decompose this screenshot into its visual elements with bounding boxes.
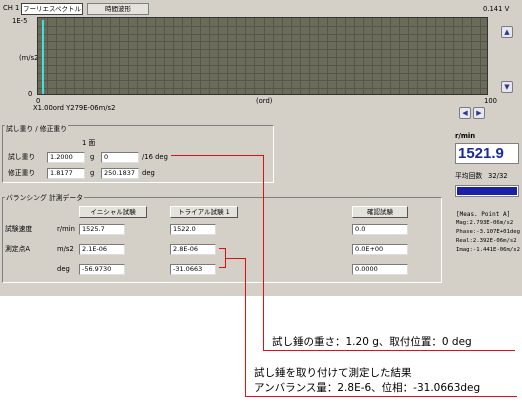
trial-position-unit: /16 deg [142,153,168,161]
rpm-display: 1521.9 [455,143,519,164]
callout-result-horizontal [225,258,245,259]
plot-x-unit-label: (ord) [256,97,273,105]
callout-trial-vertical [263,155,264,351]
trial-phase-field: -31.0663 [170,264,216,275]
meas-magnitude: Mag:2.793E-06m/s2 [456,220,514,226]
confirm-test-button[interactable]: 確認試験 [352,206,408,218]
initial-amplitude-field: 2.1E-06 [79,244,125,255]
spectrum-plot-svg [38,18,487,94]
confirm-phase-field: 0.0000 [352,264,408,275]
tab-fourier-spectrum[interactable]: フーリエスペクトル [21,3,83,15]
plot-x-right-label: 100 [484,97,497,105]
trial-weight-label: 試し重り [8,153,36,161]
arrow-left-icon: ◀ [462,109,468,117]
trial-weight-unit: g [90,153,95,161]
initial-speed-field: 1525.7 [79,224,125,235]
plane-column-header: 1 面 [82,139,96,147]
correction-angle-field: 250.1837 [101,168,139,179]
initial-phase-field: -56.9730 [79,264,125,275]
callout-bracket-bottom [219,267,225,268]
row-unit-rpm: r/min [57,225,75,233]
balancing-section-title: バランシング 計測データ [5,194,84,203]
plot-gridlines [38,18,487,94]
meas-phase: Phase:-3.107E+01deg [456,229,520,235]
average-count-value: 32/32 [488,172,508,180]
row-label-point-a: 測定点A [5,245,31,253]
scroll-up-button[interactable]: ▲ [501,26,513,38]
trial-section-title: 試し重り / 修正重り [5,125,68,134]
meas-point-title: [Meas. Point A] [456,211,511,218]
arrow-right-icon: ▶ [476,109,482,117]
rpm-unit-label: r/min [455,132,476,140]
confirm-speed-field: 0.0 [352,224,408,235]
correction-weight-unit: g [90,169,95,177]
average-count-label: 平均回数 [455,172,483,180]
spectrum-plot[interactable] [37,17,488,95]
correction-weight-field: 1.8177 [47,168,85,179]
average-progress-bar [455,185,519,197]
arrow-up-icon: ▲ [504,28,510,36]
scroll-down-button[interactable]: ▼ [501,81,513,93]
cursor-readout: X1.00ord Y279E-06m/s2 [33,104,116,112]
trial-position-input[interactable]: 0 [101,152,139,163]
trial-speed-field: 1522.0 [170,224,216,235]
plot-y-top-label: 1E-5 [12,17,28,25]
meas-imaginary: Imag:-1.441E-06m/s2 [456,247,520,253]
row-unit-phase: deg [57,265,70,273]
callout-result-underline [245,396,517,397]
arrow-down-icon: ▼ [504,83,510,91]
voltage-readout: 0.141 V [483,5,510,13]
trial-test-button[interactable]: トライアル試験 1 [170,206,238,218]
scroll-right-button[interactable]: ▶ [473,107,485,119]
confirm-amplitude-field: 0.0E+00 [352,244,408,255]
scroll-left-button[interactable]: ◀ [459,107,471,119]
row-label-test-speed: 試験速度 [5,225,33,233]
trial-weight-input[interactable]: 1.2000 [47,152,85,163]
rpm-value: 1521.9 [458,145,504,162]
callout-trial-underline [263,350,515,351]
callout-result-vertical [245,258,246,397]
initial-test-button[interactable]: イニシャル試験 [79,206,147,218]
plot-y-bottom-label: 0 [28,90,33,98]
trial-amplitude-field: 2.8E-06 [170,244,216,255]
annotation-trial-weight: 試し錘の重さ：1.20 g、取付位置：0 deg [272,336,472,348]
channel-label: CH 1 [3,4,20,12]
annotation-result-line2: アンバランス量：2.8E-6、位相：-31.0663deg [254,382,481,394]
callout-trial-horizontal [171,155,263,156]
tab-time-waveform[interactable]: 時間波形 [87,3,149,15]
meas-real: Real:2.392E-06m/s2 [456,238,517,244]
annotation-result-line1: 試し錘を取り付けて測定した結果 [254,367,412,379]
correction-weight-label: 修正重り [8,169,36,177]
correction-angle-unit: deg [142,169,155,177]
average-progress-fill [457,187,517,195]
row-unit-amplitude: m/s2 [57,245,74,253]
